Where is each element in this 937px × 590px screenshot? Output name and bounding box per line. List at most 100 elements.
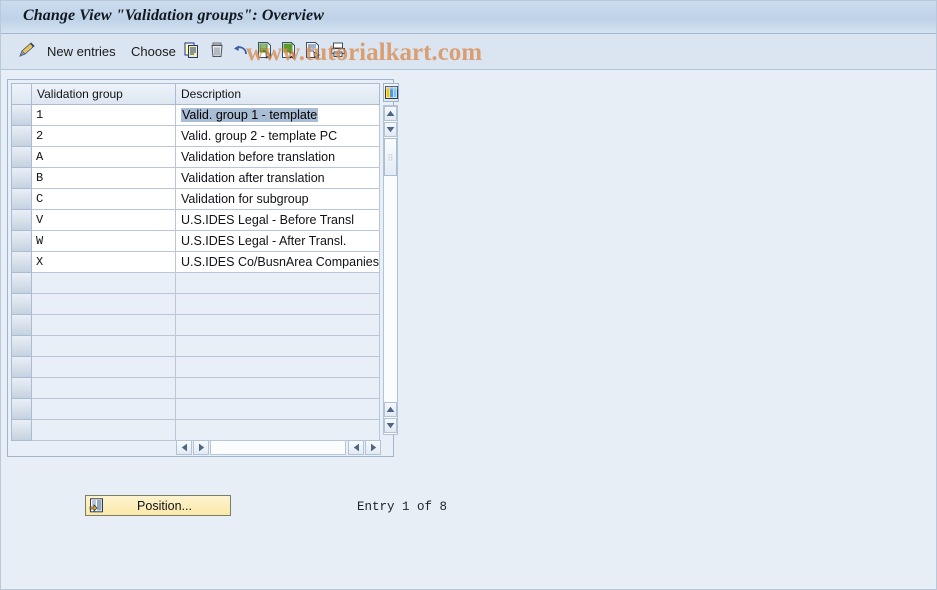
- cell-validation-group[interactable]: [32, 294, 176, 315]
- table-row[interactable]: C Validation for subgroup: [11, 189, 380, 210]
- cell-description[interactable]: [176, 294, 380, 315]
- cell-validation-group[interactable]: [32, 357, 176, 378]
- table-row[interactable]: [11, 315, 380, 336]
- cell-validation-group[interactable]: [32, 336, 176, 357]
- document-green-block-icon: [280, 41, 298, 62]
- row-select-button[interactable]: [11, 168, 32, 189]
- cell-description[interactable]: Validation for subgroup: [176, 189, 380, 210]
- row-select-button[interactable]: [11, 336, 32, 357]
- table-horizontal-scrollbar[interactable]: [176, 440, 383, 456]
- hscroll-far-right-button[interactable]: [365, 440, 381, 455]
- print-button[interactable]: [329, 34, 347, 69]
- document-lines-select-icon: [304, 41, 322, 62]
- cell-validation-group[interactable]: W: [32, 231, 176, 252]
- cell-description[interactable]: Valid. group 2 - template PC: [176, 126, 380, 147]
- hscroll-far-left-button[interactable]: [348, 440, 364, 455]
- copy-as-button[interactable]: [183, 34, 201, 69]
- cell-description[interactable]: Valid. group 1 - template: [176, 105, 380, 126]
- cell-validation-group[interactable]: C: [32, 189, 176, 210]
- scroll-page-up-button[interactable]: [384, 402, 397, 417]
- table-row[interactable]: [11, 420, 380, 441]
- row-select-button[interactable]: [11, 273, 32, 294]
- cell-validation-group[interactable]: V: [32, 210, 176, 231]
- scroll-up-button[interactable]: [384, 106, 397, 121]
- cell-validation-group[interactable]: X: [32, 252, 176, 273]
- cell-description[interactable]: U.S.IDES Legal - Before Transl: [176, 210, 380, 231]
- select-all-rows-header[interactable]: [11, 83, 32, 105]
- cell-description[interactable]: [176, 336, 380, 357]
- row-select-button[interactable]: [11, 210, 32, 231]
- cell-validation-group[interactable]: B: [32, 168, 176, 189]
- cell-description[interactable]: Validation before translation: [176, 147, 380, 168]
- row-select-button[interactable]: [11, 147, 32, 168]
- undo-button[interactable]: [232, 34, 250, 69]
- row-select-button[interactable]: [11, 315, 32, 336]
- table-row[interactable]: V U.S.IDES Legal - Before Transl: [11, 210, 380, 231]
- table-row[interactable]: [11, 378, 380, 399]
- position-button[interactable]: Position...: [85, 495, 231, 516]
- grid-wrapper: Validation group Description 1 Valid. gro…: [11, 83, 399, 455]
- row-select-button[interactable]: [11, 126, 32, 147]
- deselect-all-button[interactable]: [304, 34, 322, 69]
- new-entries-button[interactable]: New entries: [47, 34, 116, 69]
- cell-description[interactable]: U.S.IDES Co/BusnArea Companies: [176, 252, 380, 273]
- cell-description[interactable]: [176, 399, 380, 420]
- cell-description[interactable]: [176, 357, 380, 378]
- hscroll-track[interactable]: [210, 440, 346, 455]
- column-header-description[interactable]: Description: [176, 83, 380, 105]
- row-select-button[interactable]: [11, 378, 32, 399]
- table-row[interactable]: W U.S.IDES Legal - After Transl.: [11, 231, 380, 252]
- choose-button[interactable]: Choose: [131, 34, 176, 69]
- table-row[interactable]: [11, 273, 380, 294]
- table-row[interactable]: [11, 399, 380, 420]
- cell-description[interactable]: [176, 378, 380, 399]
- cell-description[interactable]: U.S.IDES Legal - After Transl.: [176, 231, 380, 252]
- delete-button[interactable]: [208, 34, 226, 69]
- scroll-thumb[interactable]: [384, 138, 397, 176]
- scroll-page-down-button[interactable]: [384, 418, 397, 433]
- cell-validation-group[interactable]: [32, 399, 176, 420]
- table-row[interactable]: [11, 294, 380, 315]
- column-header-validation-group[interactable]: Validation group: [32, 83, 176, 105]
- cell-validation-group[interactable]: [32, 420, 176, 441]
- cell-description[interactable]: [176, 273, 380, 294]
- cell-validation-group[interactable]: [32, 378, 176, 399]
- cell-validation-group[interactable]: 2: [32, 126, 176, 147]
- row-select-button[interactable]: [11, 357, 32, 378]
- sap-window: Change View "Validation groups": Overvie…: [0, 0, 937, 590]
- scroll-thumb-grip-icon: [388, 153, 393, 161]
- table-row[interactable]: X U.S.IDES Co/BusnArea Companies: [11, 252, 380, 273]
- scroll-down-button[interactable]: [384, 122, 397, 137]
- table-row[interactable]: 1 Valid. group 1 - template: [11, 105, 380, 126]
- table-row[interactable]: A Validation before translation: [11, 147, 380, 168]
- table-row[interactable]: B Validation after translation: [11, 168, 380, 189]
- select-all-button[interactable]: [256, 34, 274, 69]
- row-select-button[interactable]: [11, 189, 32, 210]
- cell-description[interactable]: Validation after translation: [176, 168, 380, 189]
- row-select-button[interactable]: [11, 294, 32, 315]
- table-row[interactable]: [11, 357, 380, 378]
- select-block-button[interactable]: [280, 34, 298, 69]
- cell-description[interactable]: [176, 420, 380, 441]
- entry-status-text: Entry 1 of 8: [357, 500, 448, 514]
- row-select-button[interactable]: [11, 399, 32, 420]
- choose-label: Choose: [131, 44, 176, 59]
- hscroll-right-button[interactable]: [193, 440, 209, 455]
- row-select-button[interactable]: [11, 420, 32, 441]
- scroll-right-arrow-icon: [370, 443, 376, 452]
- row-select-button[interactable]: [11, 105, 32, 126]
- cell-validation-group[interactable]: [32, 315, 176, 336]
- application-toolbar: New entries Choose: [1, 34, 936, 70]
- cell-description[interactable]: [176, 315, 380, 336]
- row-select-button[interactable]: [11, 252, 32, 273]
- table-vertical-scrollbar[interactable]: [383, 105, 398, 435]
- table-row[interactable]: [11, 336, 380, 357]
- table-row[interactable]: 2 Valid. group 2 - template PC: [11, 126, 380, 147]
- cell-validation-group[interactable]: [32, 273, 176, 294]
- row-select-button[interactable]: [11, 231, 32, 252]
- hscroll-left-button[interactable]: [176, 440, 192, 455]
- cell-validation-group[interactable]: 1: [32, 105, 176, 126]
- display-change-button[interactable]: [17, 34, 37, 69]
- table-settings-icon[interactable]: [383, 83, 399, 102]
- cell-validation-group[interactable]: A: [32, 147, 176, 168]
